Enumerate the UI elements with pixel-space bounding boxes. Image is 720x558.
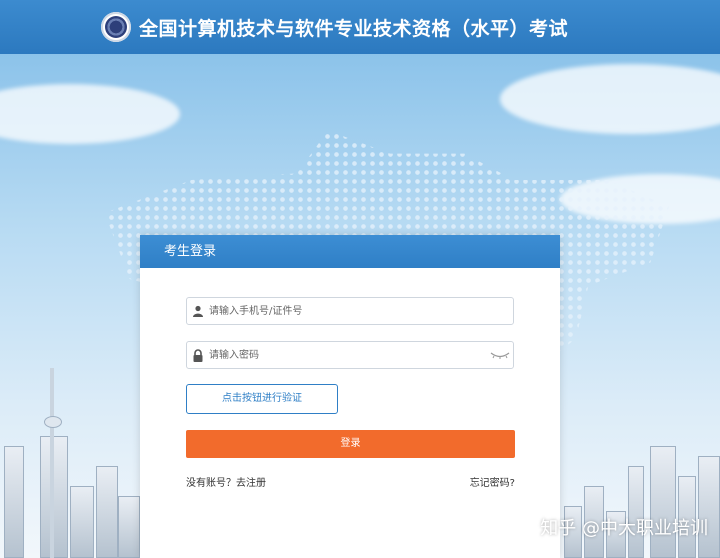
user-icon [187,298,209,324]
city-skyline-left [0,358,140,558]
page-title: 全国计算机技术与软件专业技术资格（水平）考试 [139,18,569,40]
register-link[interactable]: 没有账号？去注册 [186,474,266,489]
password-field[interactable] [186,341,514,369]
phone-field[interactable] [186,297,514,325]
lock-icon [187,342,209,368]
watermark-text: 知乎 @中大职业培训 [540,518,708,539]
login-card-heading: 考生登录 [140,235,560,268]
header-bar: 全国计算机技术与软件专业技术资格（水平）考试 [0,0,720,54]
login-card: 考生登录 点击按钮进行验证 登录 没有账号？去注册 忘记密码? [140,235,560,558]
eye-hidden-icon[interactable] [487,342,513,368]
phone-input[interactable] [209,298,513,324]
password-input[interactable] [209,342,487,368]
forgot-password-link[interactable]: 忘记密码? [470,474,515,489]
login-button[interactable]: 登录 [186,430,515,458]
exam-logo [101,12,131,42]
verify-button[interactable]: 点击按钮进行验证 [186,384,338,414]
